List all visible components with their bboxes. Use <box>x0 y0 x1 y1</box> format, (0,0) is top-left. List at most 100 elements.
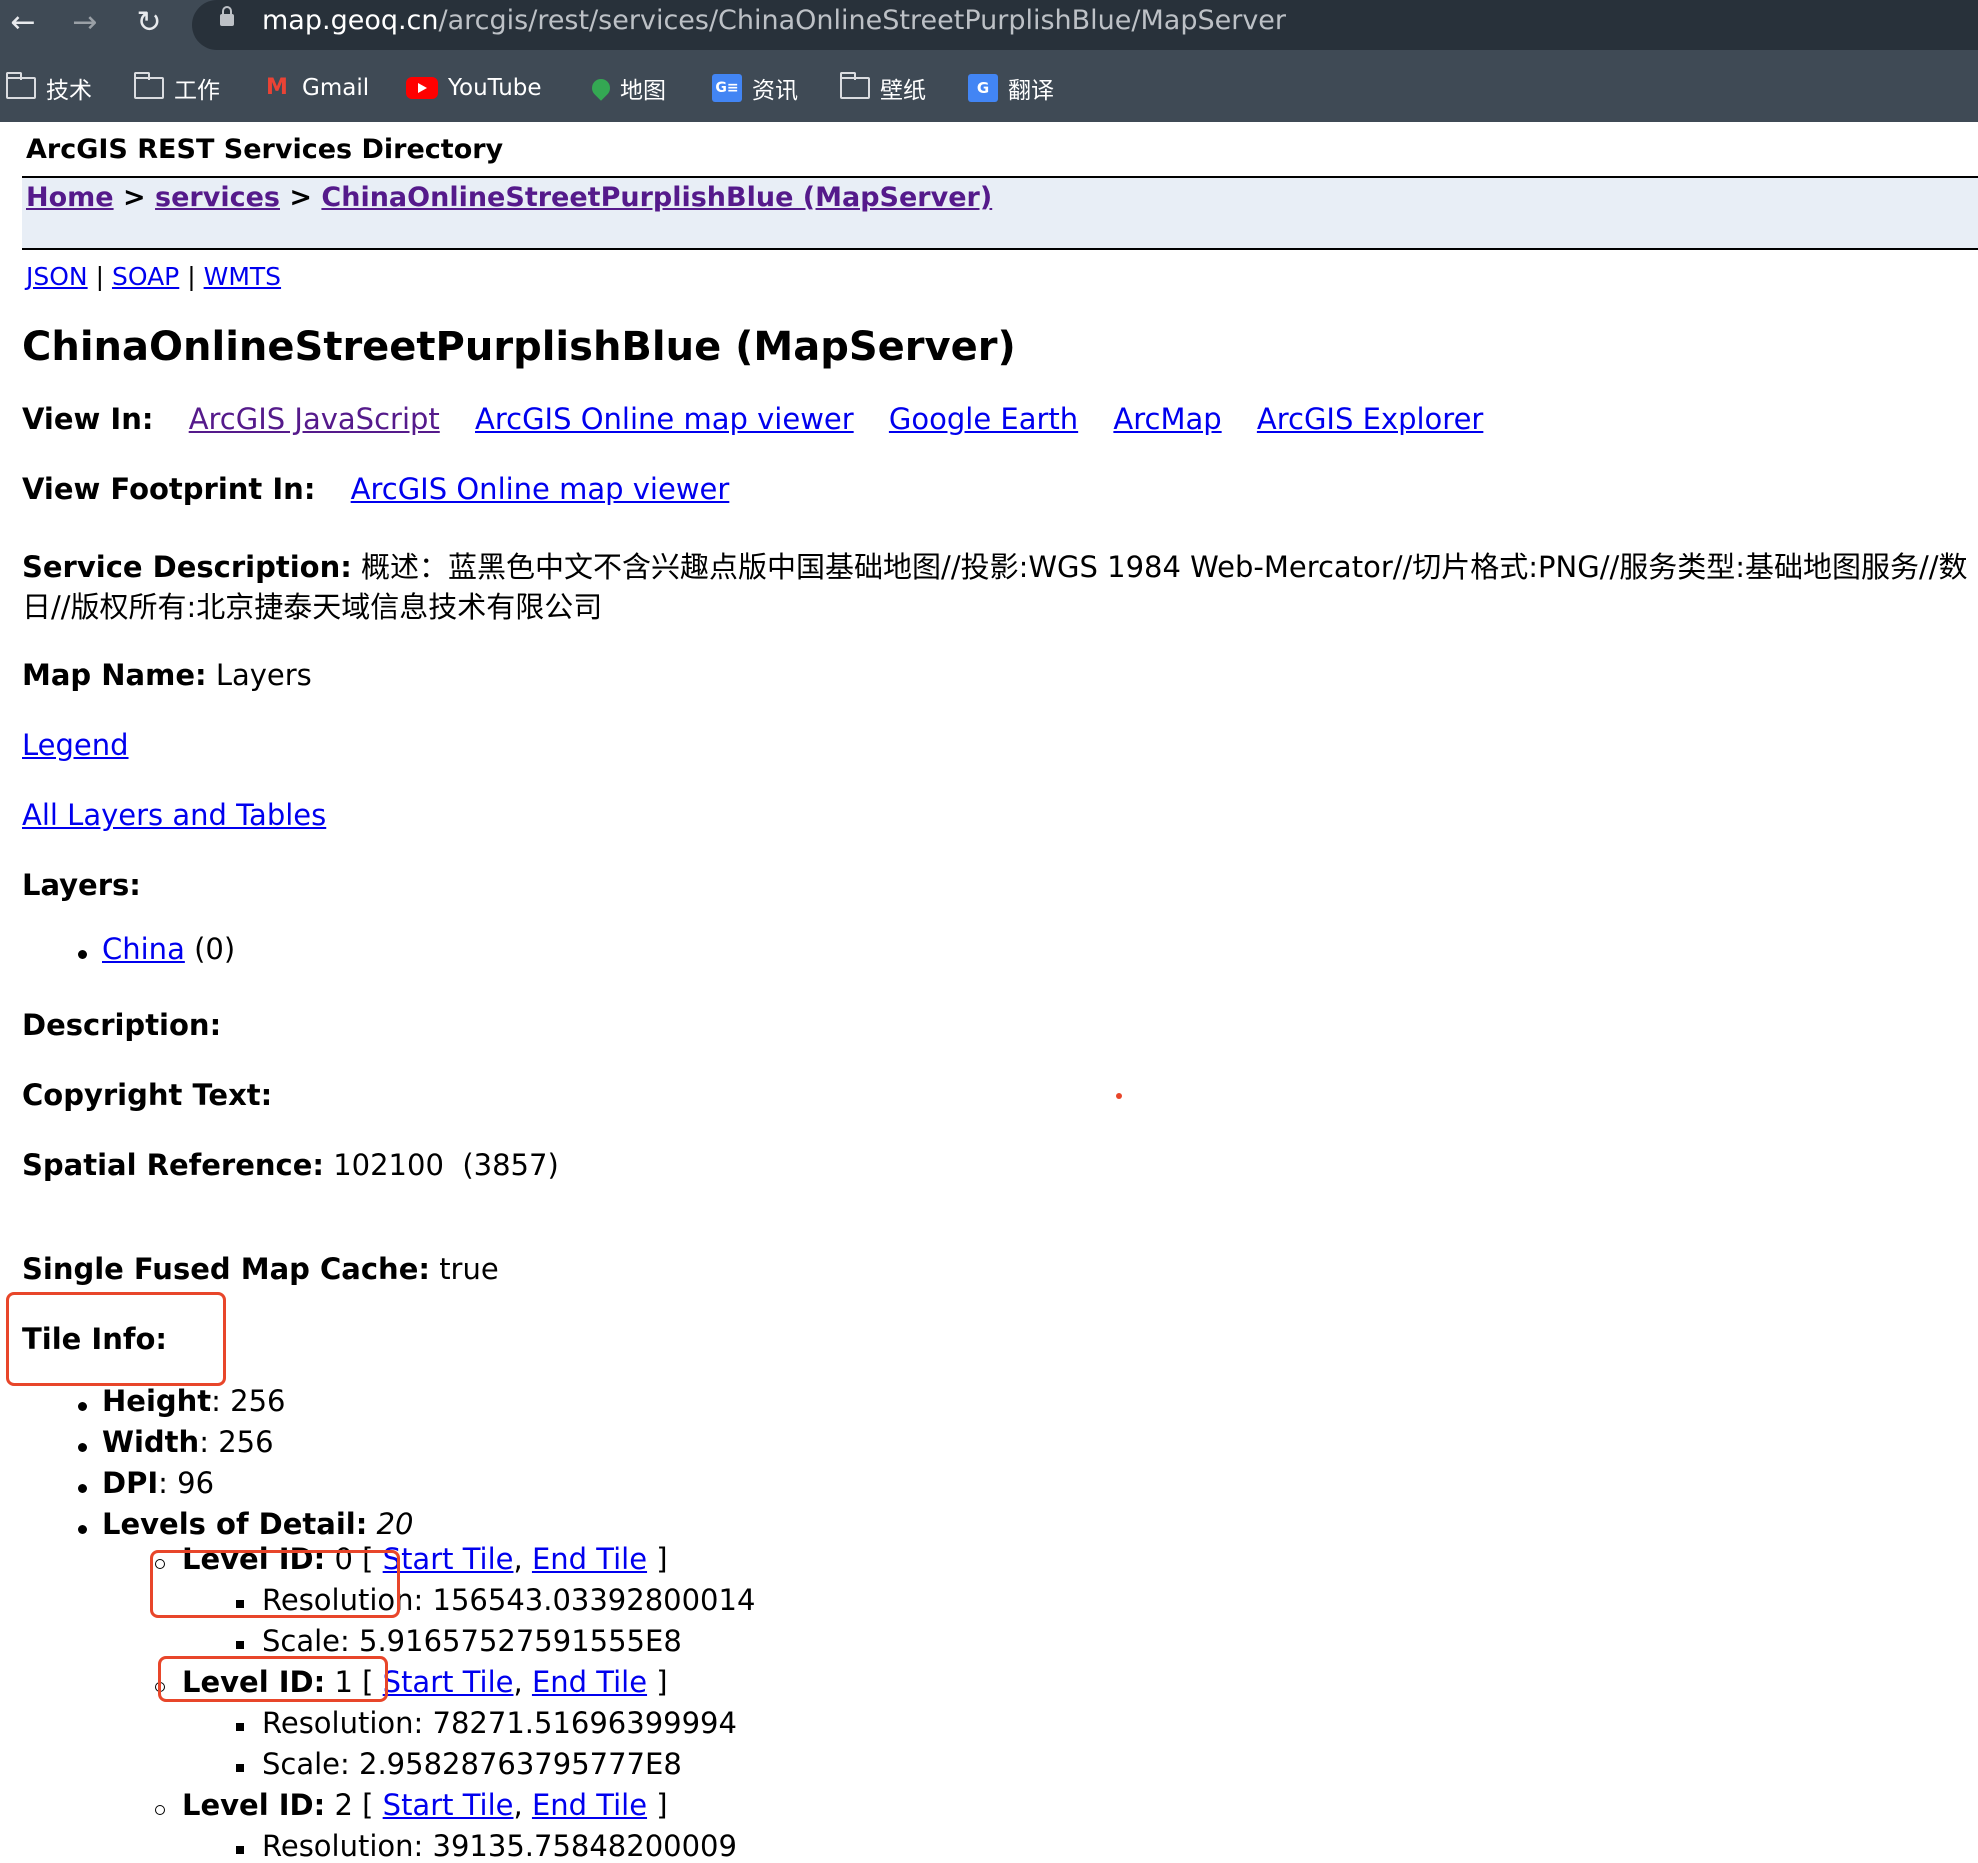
resolution-label: Resolution: <box>262 1706 424 1740</box>
bookmarks-bar: 技术 工作 M Gmail YouTube 地图 G≡ 资讯 壁纸 G 翻译 <box>0 62 1978 112</box>
scale-value: 2.95828763795777E8 <box>359 1747 682 1781</box>
forward-icon[interactable]: → <box>66 4 104 42</box>
format-separator: | <box>95 262 105 291</box>
tile-dpi-value: : 96 <box>158 1466 215 1500</box>
view-footprint-row: View Footprint In: ArcGIS Online map vie… <box>22 472 729 506</box>
bookmark-wallpaper[interactable]: 壁纸 <box>840 70 926 106</box>
list-bullet <box>78 1484 87 1493</box>
list-bullet <box>78 950 87 959</box>
map-name-value: Layers <box>215 658 312 692</box>
view-in-row: View In: ArcGIS JavaScript ArcGIS Online… <box>22 402 1483 436</box>
breadcrumb-home-link[interactable]: Home <box>26 182 114 213</box>
view-in-arcgis-online-link[interactable]: ArcGIS Online map viewer <box>475 402 854 436</box>
breadcrumb-mapserver-link[interactable]: ChinaOnlineStreetPurplishBlue (MapServer… <box>321 182 992 213</box>
gmail-icon: M <box>266 75 288 100</box>
comma: , <box>513 1665 523 1699</box>
lock-icon <box>220 6 234 26</box>
layer-china-link[interactable]: China <box>102 932 185 966</box>
folder-icon <box>6 72 36 99</box>
annotation-box-level-0 <box>150 1550 400 1618</box>
levels-of-detail-label: Levels of Detail: <box>102 1507 368 1541</box>
layer-id: (0) <box>194 932 236 966</box>
reload-icon[interactable]: ↻ <box>130 4 168 42</box>
start-tile-link[interactable]: Start Tile <box>383 1788 514 1822</box>
service-description-label: Service Description: <box>22 550 352 584</box>
list-bullet-square <box>236 1641 244 1649</box>
service-description-line2: 日//版权所有:北京捷泰天域信息技术有限公司 <box>22 590 603 624</box>
legend-link[interactable]: Legend <box>22 728 129 762</box>
description-label: Description: <box>22 1008 222 1042</box>
bookmark-youtube[interactable]: YouTube <box>406 70 542 106</box>
url-text[interactable]: map.geoq.cn/arcgis/rest/services/ChinaOn… <box>262 5 1286 36</box>
level-row: Level ID: 2 [ Start Tile, End Tile ] <box>182 1788 668 1822</box>
address-bar[interactable]: map.geoq.cn/arcgis/rest/services/ChinaOn… <box>192 0 1978 50</box>
bookmark-translate[interactable]: G 翻译 <box>968 70 1054 106</box>
service-heading: ChinaOnlineStreetPurplishBlue (MapServer… <box>22 324 1016 370</box>
bookmark-maps[interactable]: 地图 <box>586 70 666 106</box>
tile-width-row: Width: 256 <box>102 1425 274 1459</box>
breadcrumb-separator: > <box>123 182 146 213</box>
scale-row: Scale: 2.95828763795777E8 <box>262 1747 682 1781</box>
end-tile-link[interactable]: End Tile <box>532 1542 647 1576</box>
comma: , <box>513 1542 523 1576</box>
scale-value: 5.91657527591555E8 <box>359 1624 682 1658</box>
translate-icon: G <box>968 74 998 102</box>
breadcrumb-separator: > <box>289 182 313 213</box>
level-id-value: 2 <box>334 1788 353 1822</box>
list-bullet <box>78 1525 87 1534</box>
soap-link[interactable]: SOAP <box>112 262 179 291</box>
json-link[interactable]: JSON <box>26 262 88 291</box>
tile-height-value: : 256 <box>211 1384 286 1418</box>
copyright-label: Copyright Text: <box>22 1078 273 1112</box>
bracket: ] <box>656 1788 668 1822</box>
view-in-label: View In: <box>22 402 154 436</box>
start-tile-link[interactable]: Start Tile <box>383 1665 514 1699</box>
annotation-box-level-1 <box>158 1656 388 1702</box>
end-tile-link[interactable]: End Tile <box>532 1665 647 1699</box>
view-footprint-label: View Footprint In: <box>22 472 316 506</box>
format-links: JSON | SOAP | WMTS <box>26 262 281 291</box>
list-bullet-square <box>236 1764 244 1772</box>
all-layers-link[interactable]: All Layers and Tables <box>22 798 326 832</box>
browser-nav-row: ← → ↻ map.geoq.cn/arcgis/rest/services/C… <box>0 0 1978 50</box>
news-icon: G≡ <box>712 74 742 102</box>
resolution-value: 156543.03392800014 <box>432 1583 756 1617</box>
view-in-google-earth-link[interactable]: Google Earth <box>889 402 1078 436</box>
back-icon[interactable]: ← <box>4 4 42 42</box>
spatial-reference-value: 102100 (3857) <box>333 1148 559 1182</box>
comma: , <box>513 1788 523 1822</box>
tile-width-label: Width <box>102 1425 200 1459</box>
wmts-link[interactable]: WMTS <box>204 262 281 291</box>
scale-row: Scale: 5.91657527591555E8 <box>262 1624 682 1658</box>
fused-cache-value: true <box>439 1252 499 1286</box>
bookmark-gmail[interactable]: M Gmail <box>262 70 369 106</box>
annotation-dot <box>1116 1093 1122 1099</box>
view-in-arcmap-link[interactable]: ArcMap <box>1113 402 1221 436</box>
youtube-icon <box>406 77 438 99</box>
layers-label: Layers: <box>22 868 141 902</box>
start-tile-link[interactable]: Start Tile <box>383 1542 514 1576</box>
list-bullet <box>78 1402 87 1411</box>
format-separator: | <box>187 262 196 291</box>
bracket: [ <box>362 1788 374 1822</box>
scale-label: Scale: <box>262 1747 350 1781</box>
breadcrumb-services-link[interactable]: services <box>155 182 280 213</box>
spatial-reference-row: Spatial Reference: 102100 (3857) <box>22 1148 559 1182</box>
list-bullet-square <box>236 1723 244 1731</box>
footprint-arcgis-online-link[interactable]: ArcGIS Online map viewer <box>351 472 730 506</box>
spatial-reference-label: Spatial Reference: <box>22 1148 324 1182</box>
fused-cache-row: Single Fused Map Cache: true <box>22 1252 499 1286</box>
bookmark-news[interactable]: G≡ 资讯 <box>712 70 798 106</box>
bookmark-tech[interactable]: 技术 <box>6 70 92 106</box>
map-name-label: Map Name: <box>22 658 207 692</box>
view-in-arcgis-explorer-link[interactable]: ArcGIS Explorer <box>1257 402 1483 436</box>
level-id-label: Level ID: <box>182 1788 326 1822</box>
layer-item: China (0) <box>102 932 235 966</box>
end-tile-link[interactable]: End Tile <box>532 1788 647 1822</box>
map-pin-icon <box>588 75 614 101</box>
page-content: ArcGIS REST Services Directory Home > se… <box>0 122 1978 1863</box>
folder-icon <box>134 72 164 99</box>
view-in-arcgis-javascript-link[interactable]: ArcGIS JavaScript <box>189 402 440 436</box>
annotation-box-tile-info <box>6 1292 226 1386</box>
bookmark-work[interactable]: 工作 <box>134 70 220 106</box>
